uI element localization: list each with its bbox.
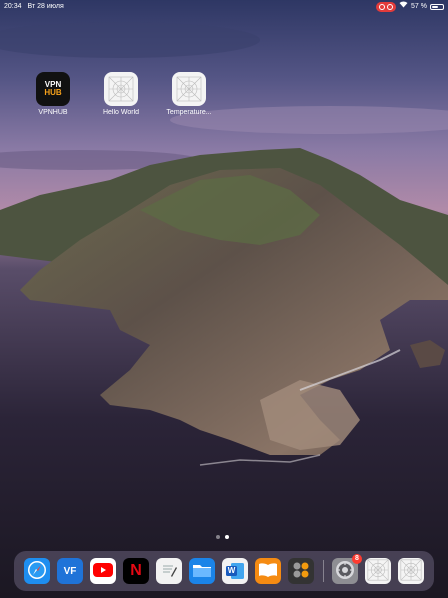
page-dot-active[interactable] [225,535,229,539]
app-temperature[interactable]: Temperature... [159,72,219,116]
blank-app-icon [104,72,138,106]
blank-app-icon [367,559,389,584]
vpnhub-logo-text-hub: HUB [44,88,62,97]
youtube-icon [93,562,113,580]
blank-app-icon [172,72,206,106]
calculator-icon [291,560,311,583]
netflix-icon: N [130,562,142,579]
battery-icon [430,4,444,10]
dock-app-settings[interactable]: 8 [332,554,362,584]
dock-app-vf[interactable]: VF [57,558,83,584]
page-indicator[interactable] [216,535,229,539]
word-glyph: W [227,566,236,575]
vpnhub-icon: VPN HUB [36,72,70,106]
vf-icon: VF [63,565,77,577]
wifi-icon [399,0,408,14]
blank-app-icon [400,559,422,584]
dock-app-netflix[interactable]: N [123,558,149,584]
dock-app-blank-2[interactable] [398,558,424,584]
compass-icon [27,560,47,583]
status-time: 20:34 [4,3,22,10]
app-label: Temperature... [166,109,212,116]
notification-badge: 8 [352,554,362,564]
page-dot[interactable] [216,535,220,539]
dock-app-word[interactable]: W [222,558,248,584]
app-hello-world[interactable]: Hello World [91,72,151,116]
word-icon: W [225,562,245,580]
dock-app-books[interactable] [255,558,281,584]
dock-app-calculator[interactable] [288,558,314,584]
pen-icon [160,561,178,582]
dock-app-youtube[interactable] [90,558,116,584]
dock: VF N W 8 [14,551,434,591]
dock-separator [323,560,324,582]
folder-icon [192,562,212,581]
status-bar: 20:34 Вт 28 июля 57 % [0,0,448,14]
dock-app-safari[interactable] [24,558,50,584]
status-date: Вт 28 июля [27,3,64,10]
dock-app-notes-editor[interactable] [156,558,182,584]
app-label: Hello World [102,109,140,116]
screen-recording-icon[interactable] [376,2,397,12]
dock-app-blank-1[interactable] [365,558,391,584]
battery-percent: 57 % [411,3,427,10]
app-vpnhub[interactable]: VPN HUB VPNHUB [23,72,83,116]
app-label: VPNHUB [38,109,68,116]
dock-app-files[interactable] [189,558,215,584]
book-icon [258,562,278,581]
